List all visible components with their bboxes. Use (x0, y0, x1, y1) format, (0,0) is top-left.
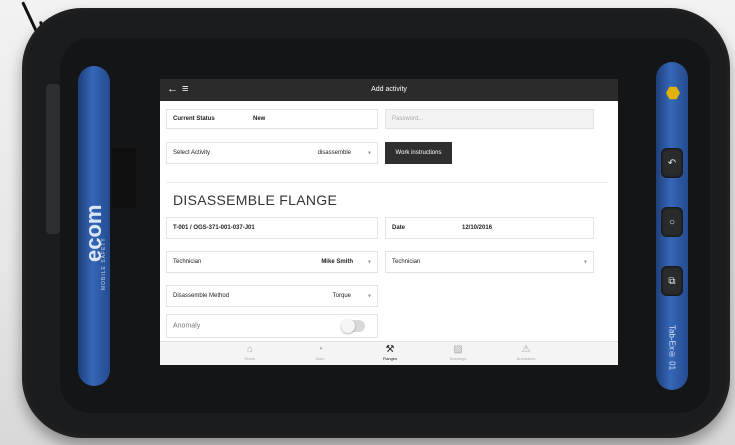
home-icon: ⌂ (246, 344, 254, 355)
nav-item-flanges[interactable]: ⚒ Flanges (360, 342, 420, 365)
side-connector (46, 84, 60, 234)
tag-value: T-001 / OGS-371-001-037-J01 (173, 225, 255, 231)
apps-hardware-button[interactable]: ⧉ (661, 266, 683, 296)
page-title: Add activity (371, 86, 407, 93)
brand-tagline: MOBILE SAFETY (101, 237, 107, 290)
select-activity-label: Select Activity (173, 150, 211, 156)
disassemble-method-label: Disassemble Method (173, 293, 230, 299)
nav-label: Home (244, 356, 256, 361)
chevron-down-icon: ▾ (367, 150, 371, 157)
disassemble-method-dropdown[interactable]: Disassemble Method Torque ▾ (166, 285, 378, 307)
work-instructions-button[interactable]: Work instructions (385, 142, 452, 164)
disassemble-method-value: Torque (332, 293, 351, 299)
side-port (112, 148, 136, 208)
chevron-down-icon: ▾ (367, 259, 371, 266)
model-label: Tab-Ex® 01 (667, 325, 677, 371)
apps-icon: ⧉ (668, 275, 676, 287)
technician-2-label: Technician (392, 259, 421, 265)
anomaly-toggle[interactable] (341, 319, 365, 333)
home-hardware-button[interactable]: ○ (661, 207, 683, 237)
technician-value: Mike Smith (321, 259, 353, 265)
nav-label: Scan (315, 356, 325, 361)
technician-label: Technician (173, 259, 202, 265)
technician-2-dropdown[interactable]: Technician ▾ (385, 251, 594, 273)
current-status-value: New (253, 116, 266, 122)
date-field[interactable]: Date 12/10/2016 (385, 217, 594, 239)
nav-item-scan[interactable]: ◔ Scan (290, 342, 350, 365)
nav-item-drawings[interactable]: ▨ Drawings (428, 342, 488, 365)
app-screen: ← ≡ Add activity Current Status New Pass… (160, 79, 618, 365)
technician-dropdown[interactable]: Technician Mike Smith ▾ (166, 251, 378, 273)
password-input[interactable]: Password... (385, 109, 594, 129)
image-icon: ▨ (453, 344, 463, 355)
section-divider (166, 182, 608, 183)
bottom-navigation: ⌂ Home ◔ Scan ⚒ Flanges ▨ Drawings ⚠ Ano… (160, 341, 618, 365)
date-label: Date (392, 225, 406, 231)
current-status-field: Current Status New (166, 109, 378, 129)
chevron-down-icon: ▾ (583, 259, 587, 266)
tag-field: T-001 / OGS-371-001-037-J01 (166, 217, 378, 239)
warning-icon: ⚠ (521, 344, 531, 355)
password-placeholder: Password... (392, 116, 424, 122)
nav-label: Flanges (382, 356, 398, 361)
nav-item-anomalies[interactable]: ⚠ Anomalies (496, 342, 556, 365)
app-bar: ← ≡ Add activity (160, 79, 618, 101)
section-title: DISASSEMBLE FLANGE (173, 192, 338, 208)
select-activity-value: disassemble (317, 150, 351, 156)
toggle-knob (341, 319, 355, 333)
date-value: 12/10/2016 (462, 225, 493, 231)
nav-item-home[interactable]: ⌂ Home (220, 342, 280, 365)
nav-label: Drawings (449, 356, 467, 361)
anomaly-label: Anomaly (173, 322, 201, 330)
chevron-down-icon: ▾ (367, 293, 371, 300)
anomaly-row: Anomaly (166, 314, 378, 338)
back-hardware-button[interactable]: ↶ (661, 148, 683, 178)
back-arrow-icon: ↶ (667, 157, 677, 169)
nav-label: Anomalies (516, 356, 536, 361)
select-activity-dropdown[interactable]: Select Activity disassemble ▾ (166, 142, 378, 164)
home-circle-icon: ○ (668, 216, 676, 228)
tools-icon: ⚒ (385, 344, 395, 355)
wifi-icon: ◔ (316, 344, 324, 355)
current-status-label: Current Status (173, 116, 215, 122)
